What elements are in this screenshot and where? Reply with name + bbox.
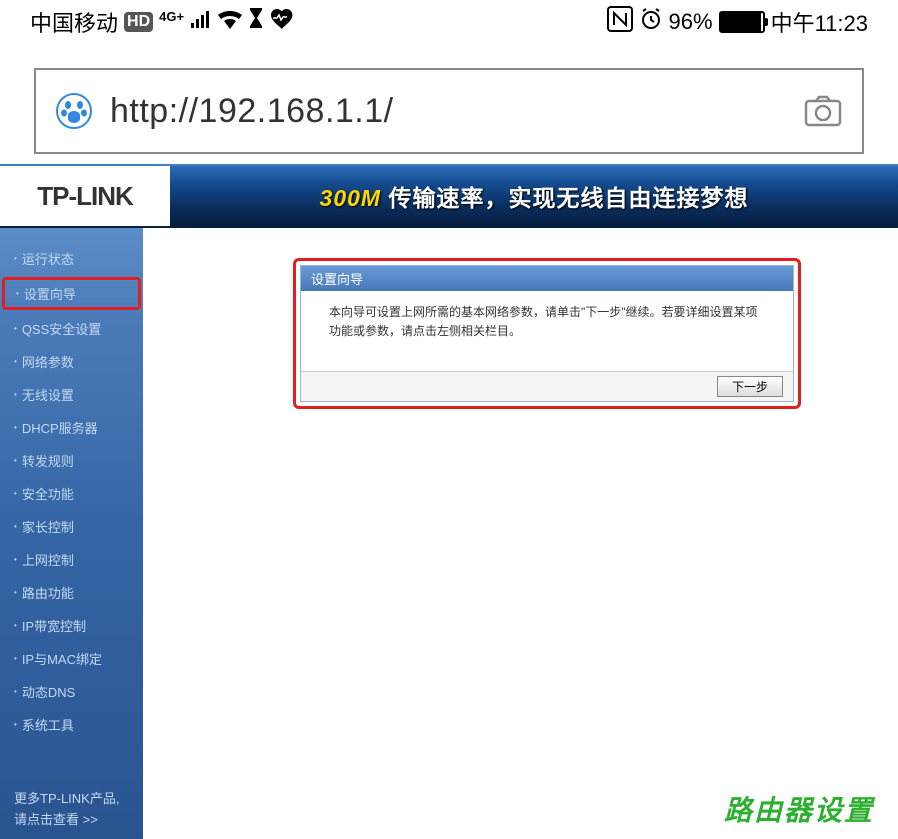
bullet-icon: • [14,720,17,729]
bullet-icon: • [14,621,17,630]
sidebar-item-5[interactable]: • DHCP服务器 [0,411,143,444]
bullet-icon: • [14,324,17,333]
main-layout: • 运行状态 • 设置向导 • QSS安全设置 • 网络参数 • 无线设置 • DHCP服务器 • 转发规… [0,228,898,839]
sidebar-item-label: QSS安全设置 [22,319,101,338]
next-button[interactable]: 下一步 [717,376,783,397]
bullet-icon: • [14,489,17,498]
bullet-icon: • [14,254,17,263]
bullet-icon: • [14,456,17,465]
router-header: TP-LINK 300M 传输速率，实现无线自由连接梦想 [0,164,898,228]
sidebar-item-label: 系统工具 [22,715,74,734]
bullet-icon: • [14,555,17,564]
hourglass-icon [248,8,264,36]
logo-section: TP-LINK [0,166,170,226]
alarm-icon [639,7,663,37]
sidebar-item-11[interactable]: • IP带宽控制 [0,609,143,642]
camera-icon[interactable] [804,95,842,127]
signal-icon [190,9,212,35]
content-area: 设置向导 本向导可设置上网所需的基本网络参数，请单击"下一步"继续。若要详细设置… [143,228,898,839]
sidebar-footer-line1: 更多TP-LINK产品, [14,789,129,810]
sidebar-item-1[interactable]: • 设置向导 [2,277,141,310]
sidebar-item-label: 上网控制 [22,550,74,569]
carrier-label: 中国移动 [30,6,118,38]
heart-icon [270,9,294,35]
wifi-icon [218,9,242,35]
sidebar-item-14[interactable]: • 系统工具 [0,708,143,741]
sidebar-item-9[interactable]: • 上网控制 [0,543,143,576]
bullet-icon: • [14,654,17,663]
battery-percent: 96% [669,9,713,35]
status-left: 中国移动 HD 4G+ [30,6,294,38]
wizard-title: 设置向导 [301,266,793,291]
bullet-icon: • [14,522,17,531]
sidebar-item-0[interactable]: • 运行状态 [0,242,143,275]
sidebar-footer-link[interactable]: 请点击查看 >> [14,810,129,831]
router-logo: TP-LINK [37,181,133,212]
bullet-icon: • [14,390,17,399]
sidebar-item-7[interactable]: • 安全功能 [0,477,143,510]
bullet-icon: • [16,289,19,298]
status-bar: 中国移动 HD 4G+ 96% 中午11:23 [0,0,898,44]
time-label: 中午11:23 [771,6,868,38]
sidebar-item-label: 动态DNS [22,682,75,701]
sidebar-item-label: DHCP服务器 [22,418,98,437]
banner-speed: 300M [320,185,382,211]
wizard-highlight-box: 设置向导 本向导可设置上网所需的基本网络参数，请单击"下一步"继续。若要详细设置… [293,258,801,409]
hd-badge: HD [124,12,153,32]
bullet-icon: • [14,357,17,366]
address-bar-container: http://192.168.1.1/ [0,44,898,164]
sidebar-footer: 更多TP-LINK产品, 请点击查看 >> [0,781,143,839]
sidebar-item-4[interactable]: • 无线设置 [0,378,143,411]
sidebar: • 运行状态 • 设置向导 • QSS安全设置 • 网络参数 • 无线设置 • DHCP服务器 • 转发规… [0,228,143,839]
network-type: 4G+ [159,9,184,24]
address-bar[interactable]: http://192.168.1.1/ [34,68,864,154]
sidebar-item-3[interactable]: • 网络参数 [0,345,143,378]
sidebar-item-label: 路由功能 [22,583,74,602]
url-input[interactable]: http://192.168.1.1/ [110,92,804,131]
bullet-icon: • [14,687,17,696]
sidebar-item-13[interactable]: • 动态DNS [0,675,143,708]
banner-section: 300M 传输速率，实现无线自由连接梦想 [170,166,898,226]
sidebar-item-label: IP与MAC绑定 [22,649,102,668]
bullet-icon: • [14,423,17,432]
watermark-text: 路由器设置 [724,789,874,829]
sidebar-item-label: 转发规则 [22,451,74,470]
sidebar-item-label: 网络参数 [22,352,74,371]
sidebar-item-12[interactable]: • IP与MAC绑定 [0,642,143,675]
baidu-icon [56,93,92,129]
sidebar-item-label: 运行状态 [22,249,74,268]
banner-slogan: 传输速率，实现无线自由连接梦想 [381,185,748,211]
battery-icon [719,11,765,33]
sidebar-item-10[interactable]: • 路由功能 [0,576,143,609]
nfc-icon [607,6,633,38]
wizard-footer: 下一步 [301,371,793,401]
status-right: 96% 中午11:23 [607,6,868,38]
sidebar-item-label: 安全功能 [22,484,74,503]
banner-text: 300M 传输速率，实现无线自由连接梦想 [320,179,749,213]
wizard-panel: 设置向导 本向导可设置上网所需的基本网络参数，请单击"下一步"继续。若要详细设置… [300,265,794,402]
sidebar-item-label: 家长控制 [22,517,74,536]
sidebar-item-label: 无线设置 [22,385,74,404]
sidebar-item-label: 设置向导 [24,284,76,303]
sidebar-item-2[interactable]: • QSS安全设置 [0,312,143,345]
sidebar-item-label: IP带宽控制 [22,616,86,635]
bullet-icon: • [14,588,17,597]
sidebar-item-6[interactable]: • 转发规则 [0,444,143,477]
wizard-body: 本向导可设置上网所需的基本网络参数，请单击"下一步"继续。若要详细设置某项功能或… [301,291,793,371]
sidebar-item-8[interactable]: • 家长控制 [0,510,143,543]
